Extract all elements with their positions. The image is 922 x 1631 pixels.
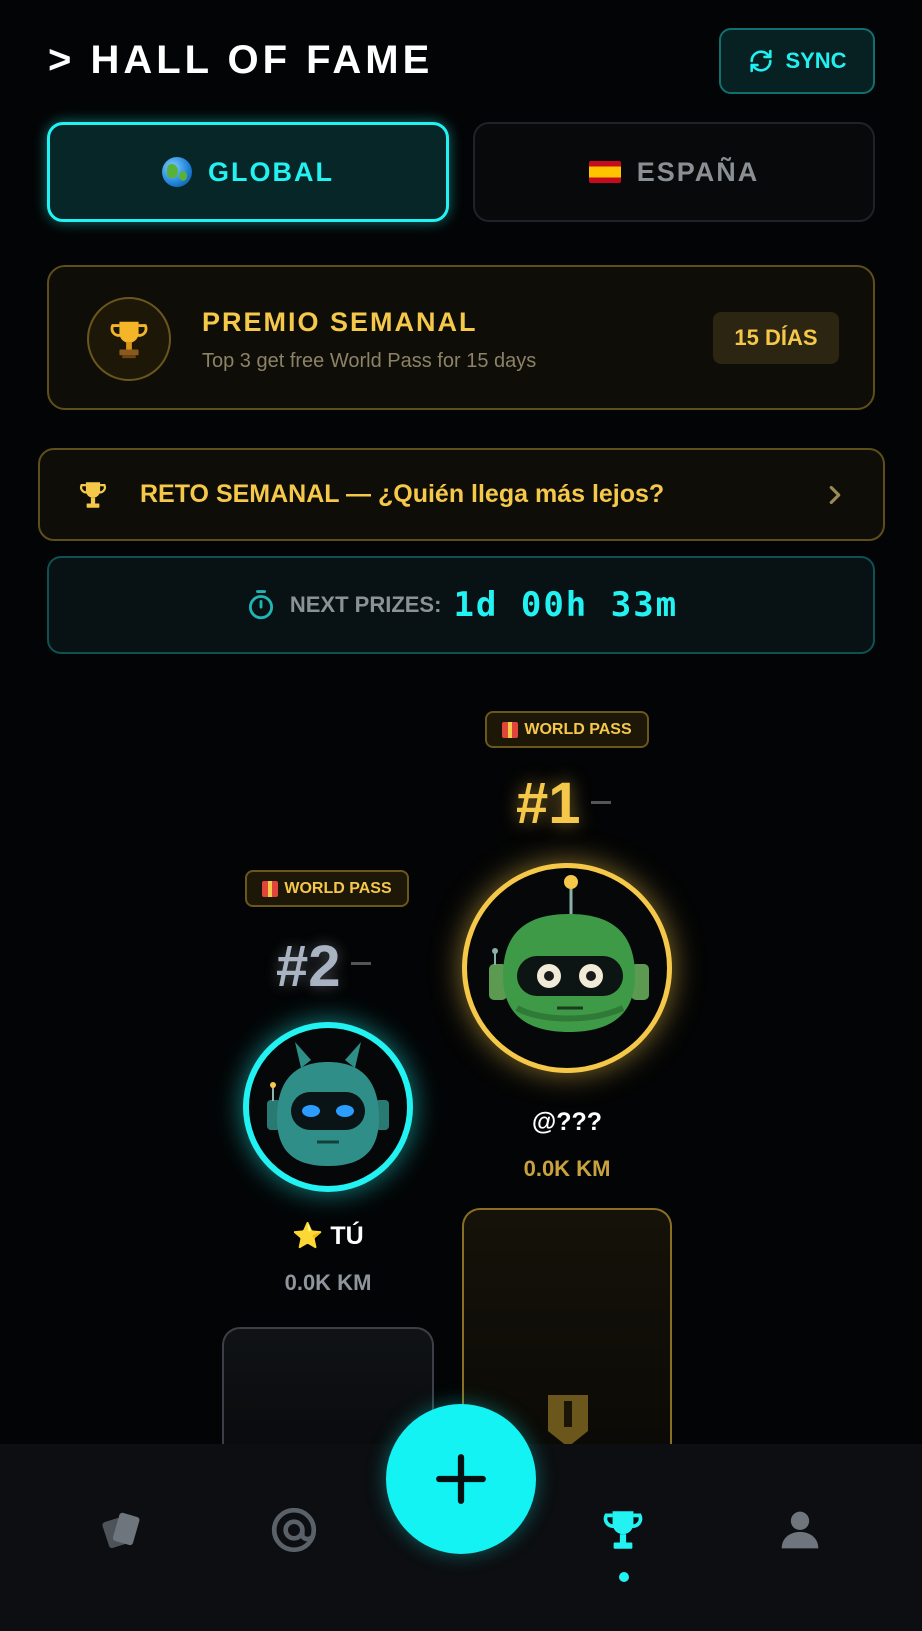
nav-cards[interactable] [97,1505,147,1555]
weekly-prize-title: PREMIO SEMANAL [202,307,478,337]
globe-icon [162,157,192,187]
tab-global[interactable]: GLOBAL [47,122,449,222]
gift-icon [262,880,279,897]
add-button[interactable] [386,1404,536,1554]
rank-2-label: #2 [276,934,341,999]
rank-2-dash [351,962,371,965]
countdown-label: NEXT PRIZES: [289,592,442,617]
rank-1-label: #1 [516,771,581,836]
world-pass-badge: WORLD PASS [245,870,409,907]
rank-1-avatar[interactable] [462,863,672,1073]
trophy-icon [80,482,106,508]
tab-global-label: GLOBAL [208,156,334,187]
tab-spain-label: ESPAÑA [636,156,760,187]
spain-flag-icon [588,161,621,183]
rank-1-username: @??? [531,1108,603,1136]
nav-radar[interactable] [269,1505,319,1555]
trophy-icon [87,297,171,381]
gift-icon [502,721,519,738]
weekly-prize-card: PREMIO SEMANAL Top 3 get free World Pass… [47,265,875,410]
radar-icon [271,1507,317,1553]
world-pass-label: WORLD PASS [524,720,632,738]
days-badge: 15 DÍAS [713,312,839,364]
page-title: > HALL OF FAME [48,38,434,82]
rank-2-distance: 0.0K KM [284,1270,372,1295]
stopwatch-icon [248,590,273,620]
sync-button[interactable]: SYNC [719,28,875,94]
nav-hall-of-fame[interactable] [598,1505,648,1555]
rank-1-marker-icon [548,1395,588,1447]
challenge-text: RETO SEMANAL — ¿Quién llega más lejos? [140,480,665,508]
chevron-right-icon [829,485,841,505]
trophy-icon [603,1511,643,1549]
world-pass-badge: WORLD PASS [485,711,649,748]
rank-1-dash [591,801,611,804]
green-robot-avatar [489,875,649,1032]
countdown-value: 1d 00h 33m [453,585,679,625]
sync-label: SYNC [785,48,847,73]
tab-spain[interactable]: ESPAÑA [473,122,875,222]
world-pass-label: WORLD PASS [284,879,392,897]
sync-icon [750,49,773,73]
rank-1-distance: 0.0K KM [523,1156,611,1181]
rank-2-avatar[interactable] [243,1022,413,1192]
podium-block-2 [222,1327,434,1447]
next-prizes-countdown: NEXT PRIZES: 1d 00h 33m [47,556,875,654]
active-tab-indicator [619,1572,629,1582]
teal-horned-robot-avatar [267,1042,389,1166]
profile-icon [781,1511,819,1549]
add-icon [436,1454,486,1504]
weekly-challenge-banner[interactable]: RETO SEMANAL — ¿Quién llega más lejos? [38,448,885,541]
nav-profile[interactable] [775,1505,825,1555]
cards-icon [102,1512,140,1549]
rank-2-username: ⭐ TÚ [292,1222,364,1250]
weekly-prize-subtitle: Top 3 get free World Pass for 15 days [202,350,537,372]
